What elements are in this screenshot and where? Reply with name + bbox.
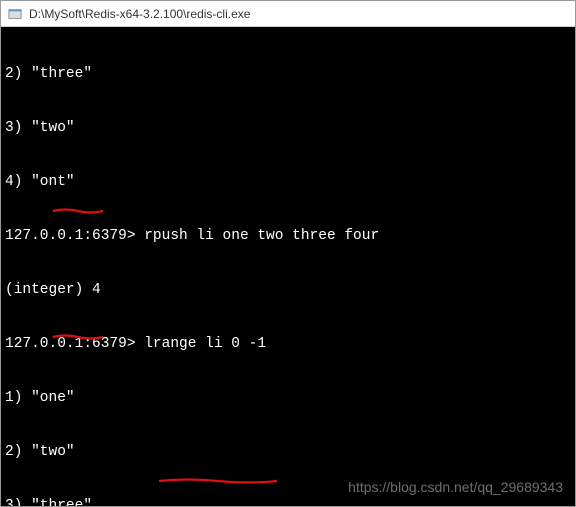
- annotation-underline: [123, 490, 227, 496]
- command-line: 127.0.0.1:6379> rpush li one two three f…: [5, 227, 571, 245]
- window-titlebar: D:\MySoft\Redis-x64-3.2.100\redis-cli.ex…: [1, 1, 575, 27]
- output-line: 3) "two": [5, 119, 571, 137]
- output-line: 3) "three": [5, 497, 571, 506]
- app-icon: [7, 6, 23, 22]
- output-line: 1) "one": [5, 389, 571, 407]
- command-line: 127.0.0.1:6379> lrange li 0 -1: [5, 335, 571, 353]
- output-line: 2) "three": [5, 65, 571, 83]
- output-line: (integer) 4: [5, 281, 571, 299]
- output-line: 4) "ont": [5, 173, 571, 191]
- watermark-text: https://blog.csdn.net/qq_29689343: [348, 478, 563, 496]
- terminal-output[interactable]: 2) "three" 3) "two" 4) "ont" 127.0.0.1:6…: [1, 27, 575, 506]
- output-line: 2) "two": [5, 443, 571, 461]
- window-title: D:\MySoft\Redis-x64-3.2.100\redis-cli.ex…: [29, 7, 250, 21]
- annotation-underline: [17, 310, 69, 316]
